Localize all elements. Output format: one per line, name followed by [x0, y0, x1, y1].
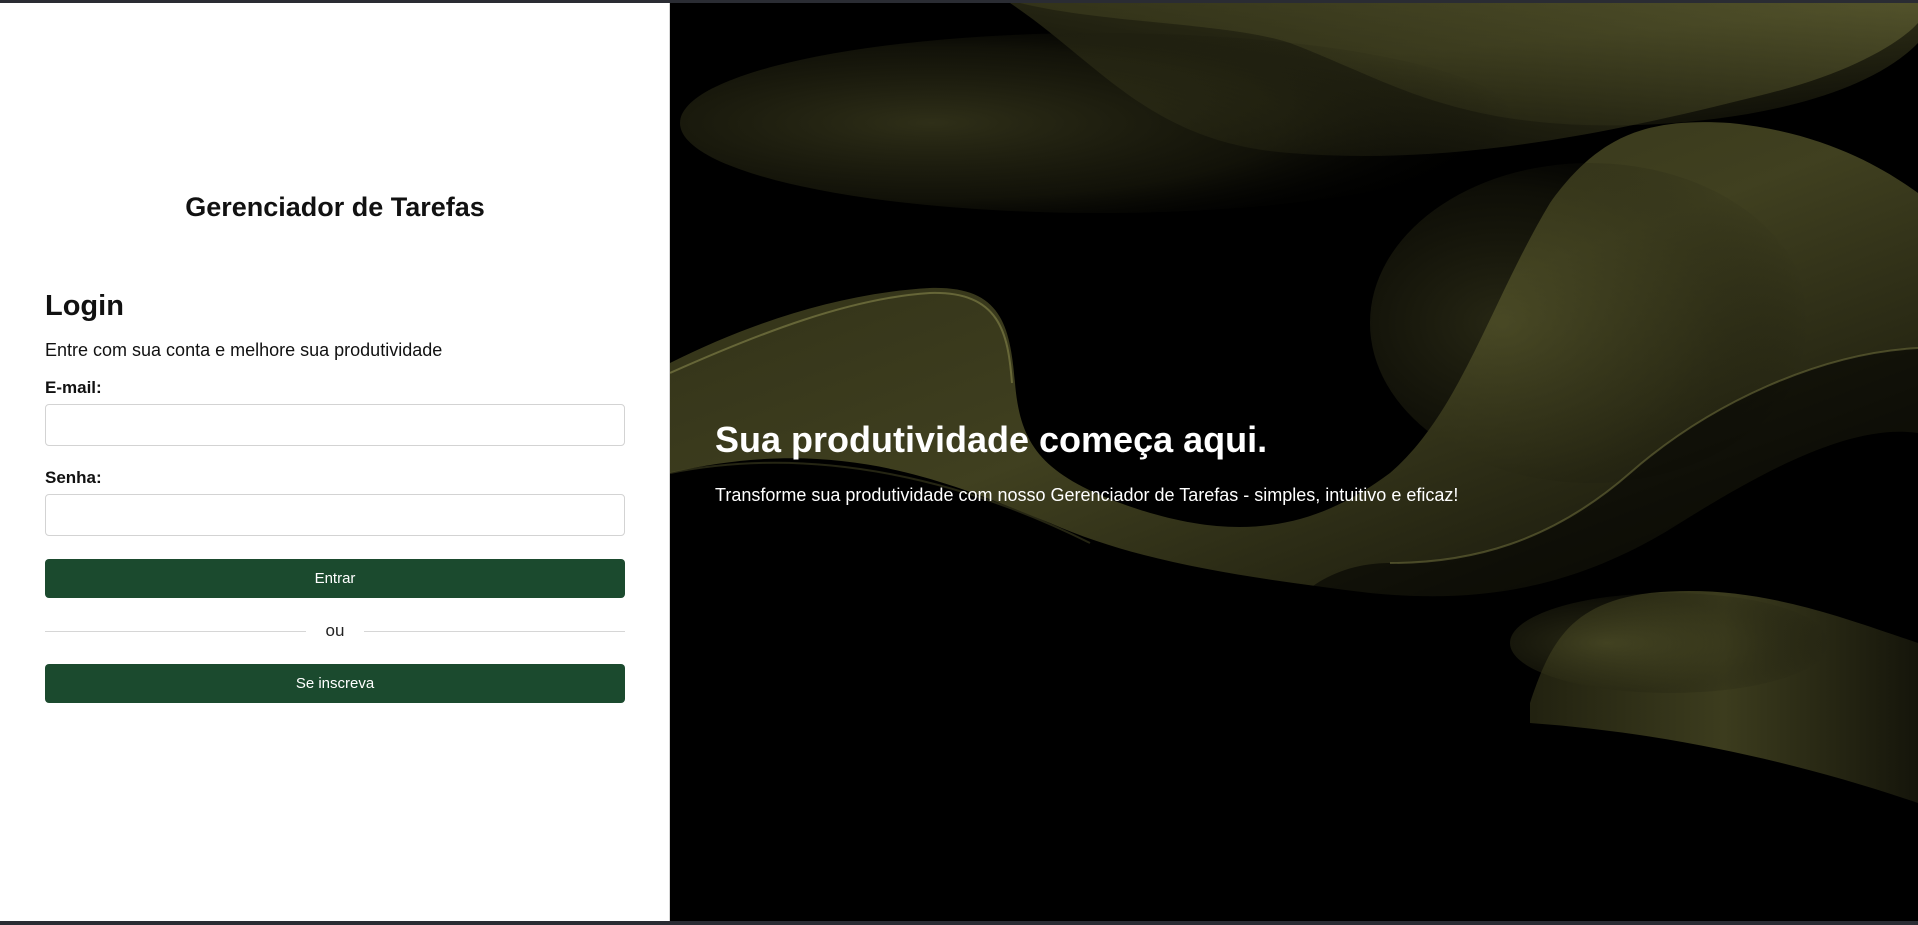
email-field[interactable] [45, 404, 625, 446]
signup-button[interactable]: Se inscreva [45, 664, 625, 703]
hero-title: Sua produtividade começa aqui. [715, 419, 1268, 460]
login-subtitle: Entre com sua conta e melhore sua produt… [45, 340, 443, 360]
login-heading: Login [45, 290, 124, 322]
hero-content: Sua produtividade começa aqui. Transform… [715, 418, 1865, 506]
app-window: Gerenciador de Tarefas Login Entre com s… [0, 3, 1918, 921]
divider-line-left [45, 630, 306, 632]
hero-panel: Sua produtividade começa aqui. Transform… [670, 3, 1918, 921]
divider-text: ou [325, 621, 345, 640]
password-field[interactable] [45, 494, 625, 536]
app-title: Gerenciador de Tarefas [185, 192, 485, 222]
login-panel: Gerenciador de Tarefas Login Entre com s… [0, 3, 670, 921]
login-form: Login Entre com sua conta e melhore sua … [45, 289, 626, 703]
login-button[interactable]: Entrar [45, 559, 625, 598]
password-label: Senha: [45, 468, 102, 487]
hero-text: Transforme sua produtividade com nosso G… [715, 485, 1459, 505]
divider-line-right [364, 630, 626, 632]
or-divider: ou [45, 616, 626, 646]
email-label: E-mail: [45, 378, 102, 397]
